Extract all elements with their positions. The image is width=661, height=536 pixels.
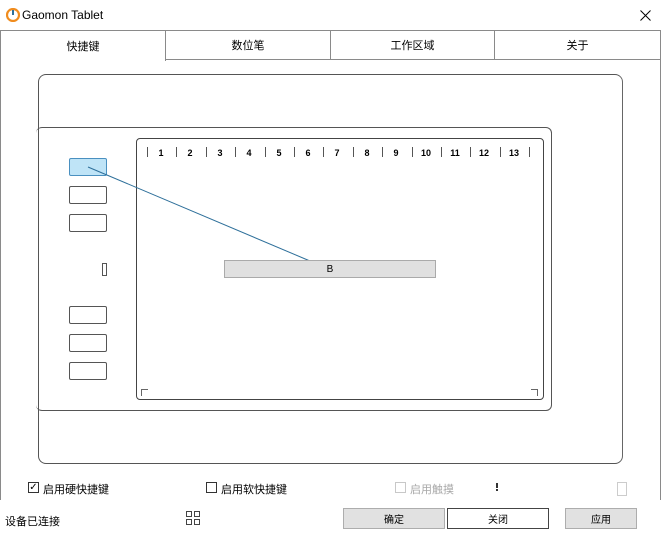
- tab-work-area[interactable]: 工作区域: [330, 30, 495, 60]
- connection-status: 设备已连接: [5, 516, 60, 528]
- ruler-tick: [412, 147, 413, 157]
- enable-hard-keys-label: 启用硬快捷键: [43, 484, 109, 496]
- ruler-number: 9: [393, 148, 399, 158]
- assigned-key-value: B: [326, 263, 334, 275]
- tab-shortcut-keys[interactable]: 快捷键: [0, 30, 166, 61]
- window-title: Gaomon Tablet: [22, 8, 104, 22]
- gaomon-logo-icon: [5, 7, 21, 23]
- close-window-button[interactable]: [633, 3, 657, 27]
- ok-button-label: 确定: [384, 515, 404, 526]
- express-key-6[interactable]: [69, 362, 107, 380]
- ruler-tick: [235, 147, 236, 157]
- apply-button-label: 应用: [591, 515, 611, 526]
- ruler-number: 5: [276, 148, 282, 158]
- ruler-tick: [441, 147, 442, 157]
- ruler-tick: [353, 147, 354, 157]
- ruler-number: 2: [187, 148, 193, 158]
- tab-label: 工作区域: [390, 40, 435, 52]
- express-key-5[interactable]: [69, 334, 107, 352]
- work-area-corner: [531, 389, 538, 396]
- scroll-handle[interactable]: [617, 482, 627, 496]
- enable-soft-keys-label: 启用软快捷键: [221, 484, 287, 496]
- tab-label: 关于: [566, 40, 589, 52]
- work-area-corner: [141, 389, 148, 396]
- tab-about[interactable]: 关于: [494, 30, 661, 60]
- ruler-tick: [470, 147, 471, 157]
- ruler-tick: [382, 147, 383, 157]
- ruler-tick: [176, 147, 177, 157]
- assigned-key-field[interactable]: B: [224, 260, 436, 278]
- close-button[interactable]: 关闭: [447, 508, 549, 529]
- ruler-number: 7: [334, 148, 340, 158]
- tab-pen[interactable]: 数位笔: [165, 30, 331, 60]
- ruler-tick: [265, 147, 266, 157]
- ruler-number: 10: [420, 148, 431, 158]
- ruler-tick: [500, 147, 501, 157]
- ruler-number: 3: [217, 148, 223, 158]
- ruler-number: 12: [478, 148, 489, 158]
- enable-touch-label: 启用触摸: [410, 484, 454, 496]
- ruler-number: 13: [508, 148, 519, 158]
- express-key-4[interactable]: [69, 306, 107, 324]
- ruler-number: 4: [246, 148, 252, 158]
- ruler-tick: [529, 147, 530, 157]
- grid-icon[interactable]: [186, 511, 200, 525]
- ruler-tick: [294, 147, 295, 157]
- tab-label: 数位笔: [231, 40, 265, 52]
- enable-soft-keys-checkbox[interactable]: [206, 482, 217, 493]
- close-button-label: 关闭: [488, 515, 508, 526]
- enable-touch-checkbox[interactable]: [395, 482, 406, 493]
- ruler-number: 1: [158, 148, 164, 158]
- apply-button[interactable]: 应用: [565, 508, 637, 529]
- express-key-1[interactable]: [69, 158, 107, 176]
- ruler-number: 8: [364, 148, 370, 158]
- express-key-3[interactable]: [69, 214, 107, 232]
- ruler-number: 6: [305, 148, 311, 158]
- touch-ring-indicator: [102, 263, 107, 276]
- express-key-2[interactable]: [69, 186, 107, 204]
- ruler-tick: [206, 147, 207, 157]
- tab-label: 快捷键: [66, 41, 100, 53]
- ruler-number: 11: [450, 148, 460, 158]
- ruler-tick: [323, 147, 324, 157]
- close-icon: [639, 9, 651, 21]
- ok-button[interactable]: 确定: [343, 508, 445, 529]
- info-icon: [495, 482, 499, 491]
- enable-hard-keys-checkbox[interactable]: ✓: [28, 482, 39, 493]
- ruler-tick: [147, 147, 148, 157]
